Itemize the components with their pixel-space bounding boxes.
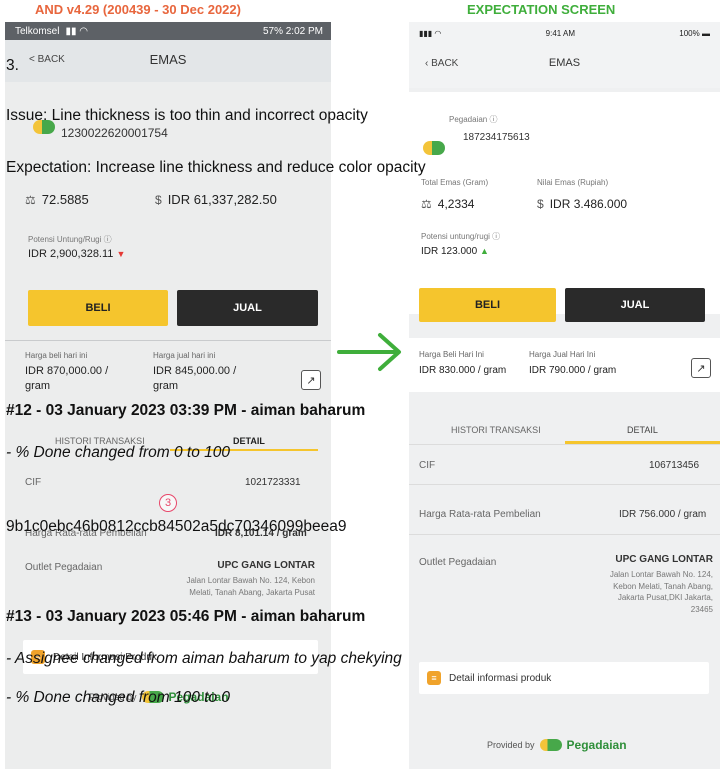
gold-value-amount: IDR 3.486.000: [549, 197, 628, 211]
status-right: 57% 2:02 PM: [262, 25, 323, 37]
tab-history[interactable]: HISTORI TRANSAKSI: [451, 425, 541, 435]
gold-value-amount: IDR 61,337,282.50: [167, 192, 277, 207]
journal-entry-12-title: #12 - 03 January 2023 03:39 PM - aiman b…: [6, 402, 366, 419]
total-gold-label: Total Emas (Gram): [421, 178, 489, 187]
outlet-address: Jalan Lontar Bawah No. 124, Kebon Melati…: [609, 570, 713, 614]
pl-label: Potensi untung/rugi ⓘ: [421, 232, 501, 241]
header-left: AND v4.29 (200439 - 30 Dec 2022): [35, 2, 241, 17]
buy-button[interactable]: BELI: [419, 288, 556, 322]
up-arrow-icon: ▲: [479, 246, 489, 256]
outlet-name: UPC GANG LONTAR: [217, 560, 315, 571]
gold-account-icon: [423, 141, 445, 155]
carrier: Telkomsel: [15, 25, 60, 37]
divider: [409, 484, 720, 485]
divider: [5, 340, 331, 341]
journal-entry-13-change-1: - Assignee changed from aiman baharum to…: [6, 650, 402, 667]
pl-label: Potensi Untung/Rugi ⓘ: [28, 235, 112, 244]
pegadaian-logo-icon: [539, 739, 562, 751]
signal-icon: ▮▮ ◠: [65, 25, 88, 37]
money-bag-icon: $: [155, 192, 162, 207]
sell-button[interactable]: JUAL: [177, 290, 318, 326]
cif-label: CIF: [419, 460, 436, 471]
sell-price-label: Harga Jual Hari Ini: [529, 350, 596, 359]
step-marker: 3: [159, 494, 177, 512]
commit-hash[interactable]: 9b1c0ebc46b0812ccb84502a5dc70346099beea9: [6, 518, 346, 536]
outlet-label: Outlet Pegadaian: [419, 557, 497, 568]
info-circle-icon[interactable]: ⓘ: [492, 232, 500, 241]
status-time: 9:41 AM: [545, 28, 576, 38]
buy-price: IDR 870,000.00 / gram: [25, 365, 109, 392]
weight-scale-icon: ⚖: [421, 197, 432, 211]
page-title: EMAS: [548, 57, 581, 69]
battery: 100% ▬: [679, 28, 710, 38]
journal-entry-13-title: #13 - 03 January 2023 05:46 PM - aiman b…: [6, 608, 366, 625]
header-right: EXPECTATION SCREEN: [467, 2, 616, 17]
journal-entry-13-change-2: - % Done changed from 100 to 0: [6, 689, 231, 706]
status-bar: ▮▮▮ ◠ 9:41 AM 100% ▬: [409, 22, 720, 44]
expected-screen: ▮▮▮ ◠ 9:41 AM 100% ▬ ‹ BACK EMAS Pegadai…: [409, 22, 720, 769]
expectation-text: Expectation: Increase line thickness and…: [6, 159, 426, 176]
avg-price-label: Harga Rata-rata Pembelian: [419, 509, 541, 520]
provided-by-label: Provided by: [487, 740, 535, 750]
buy-button[interactable]: BELI: [28, 290, 168, 326]
cif-value: 1021723331: [245, 477, 301, 488]
product-info-label: Detail informasi produk: [449, 672, 552, 684]
gold-value: $ IDR 3.486.000: [537, 197, 627, 211]
gold-weight-value: 4,2334: [437, 197, 475, 211]
sell-price-label: Harga jual hari ini: [153, 351, 216, 360]
sell-price: IDR 790.000 / gram: [529, 365, 617, 376]
gold-value-label: Nilai Emas (Rupiah): [537, 178, 609, 187]
page-title: EMAS: [149, 52, 187, 67]
gold-weight: ⚖ 72.5885: [25, 192, 89, 207]
top-nav: ‹ BACK EMAS: [409, 44, 720, 88]
tab-detail[interactable]: DETAIL: [627, 425, 658, 435]
account-number: 1230022620001754: [61, 126, 168, 140]
signal-icon: ▮▮▮ ◠: [419, 28, 442, 38]
outlet-address: Jalan Lontar Bawah No. 124, Kebon Melati…: [186, 576, 315, 597]
top-nav: < BACK EMAS: [5, 40, 331, 82]
status-bar: Telkomsel ▮▮ ◠ 57% 2:02 PM: [5, 22, 331, 40]
product-info-card[interactable]: ≡ Detail informasi produk: [419, 662, 709, 694]
account-number: 187234175613: [463, 132, 530, 143]
chart-icon[interactable]: ↗: [691, 358, 711, 378]
item-number: 3.: [6, 57, 19, 74]
cif-label: CIF: [25, 477, 42, 488]
outlet-name: UPC GANG LONTAR: [615, 554, 713, 565]
pl-value: IDR 123.000 ▲: [421, 246, 489, 257]
brand-name: Pegadaian: [566, 738, 627, 752]
info-circle-icon[interactable]: ⓘ: [490, 115, 498, 124]
buy-price: IDR 830.000 / gram: [419, 365, 507, 376]
outlet-label: Outlet Pegadaian: [25, 562, 103, 573]
info-circle-icon[interactable]: ⓘ: [104, 235, 112, 244]
issue-text: Issue: Line thickness is too thin and in…: [6, 107, 368, 124]
account-label: Pegadaian ⓘ: [449, 115, 498, 124]
divider: [409, 534, 720, 535]
tab-detail[interactable]: DETAIL: [233, 436, 265, 446]
pl-value: IDR 2,900,328.11 ▼: [28, 248, 126, 260]
gold-weight: ⚖ 4,2334: [421, 197, 474, 211]
gold-value: $ IDR 61,337,282.50: [155, 192, 277, 207]
sell-button[interactable]: JUAL: [565, 288, 705, 322]
weight-scale-icon: ⚖: [25, 192, 36, 207]
gold-weight-value: 72.5885: [41, 192, 89, 207]
chart-icon[interactable]: ↗: [301, 370, 321, 390]
money-bag-icon: $: [537, 197, 544, 211]
cif-value: 106713456: [649, 460, 700, 471]
provided-by: Provided by Pegadaian: [487, 738, 627, 752]
avg-price-value: IDR 756.000 / gram: [619, 509, 707, 520]
journal-entry-12-change: - % Done changed from 0 to 100: [6, 444, 231, 461]
arrow-right-icon: [337, 333, 401, 371]
divider: [409, 444, 720, 445]
sell-price: IDR 845,000.00 / gram: [153, 365, 237, 392]
buy-price-label: Harga beli hari ini: [25, 351, 88, 360]
down-arrow-icon: ▼: [116, 249, 126, 259]
document-icon: ≡: [427, 671, 441, 685]
buy-price-label: Harga Beli Hari Ini: [419, 350, 484, 359]
